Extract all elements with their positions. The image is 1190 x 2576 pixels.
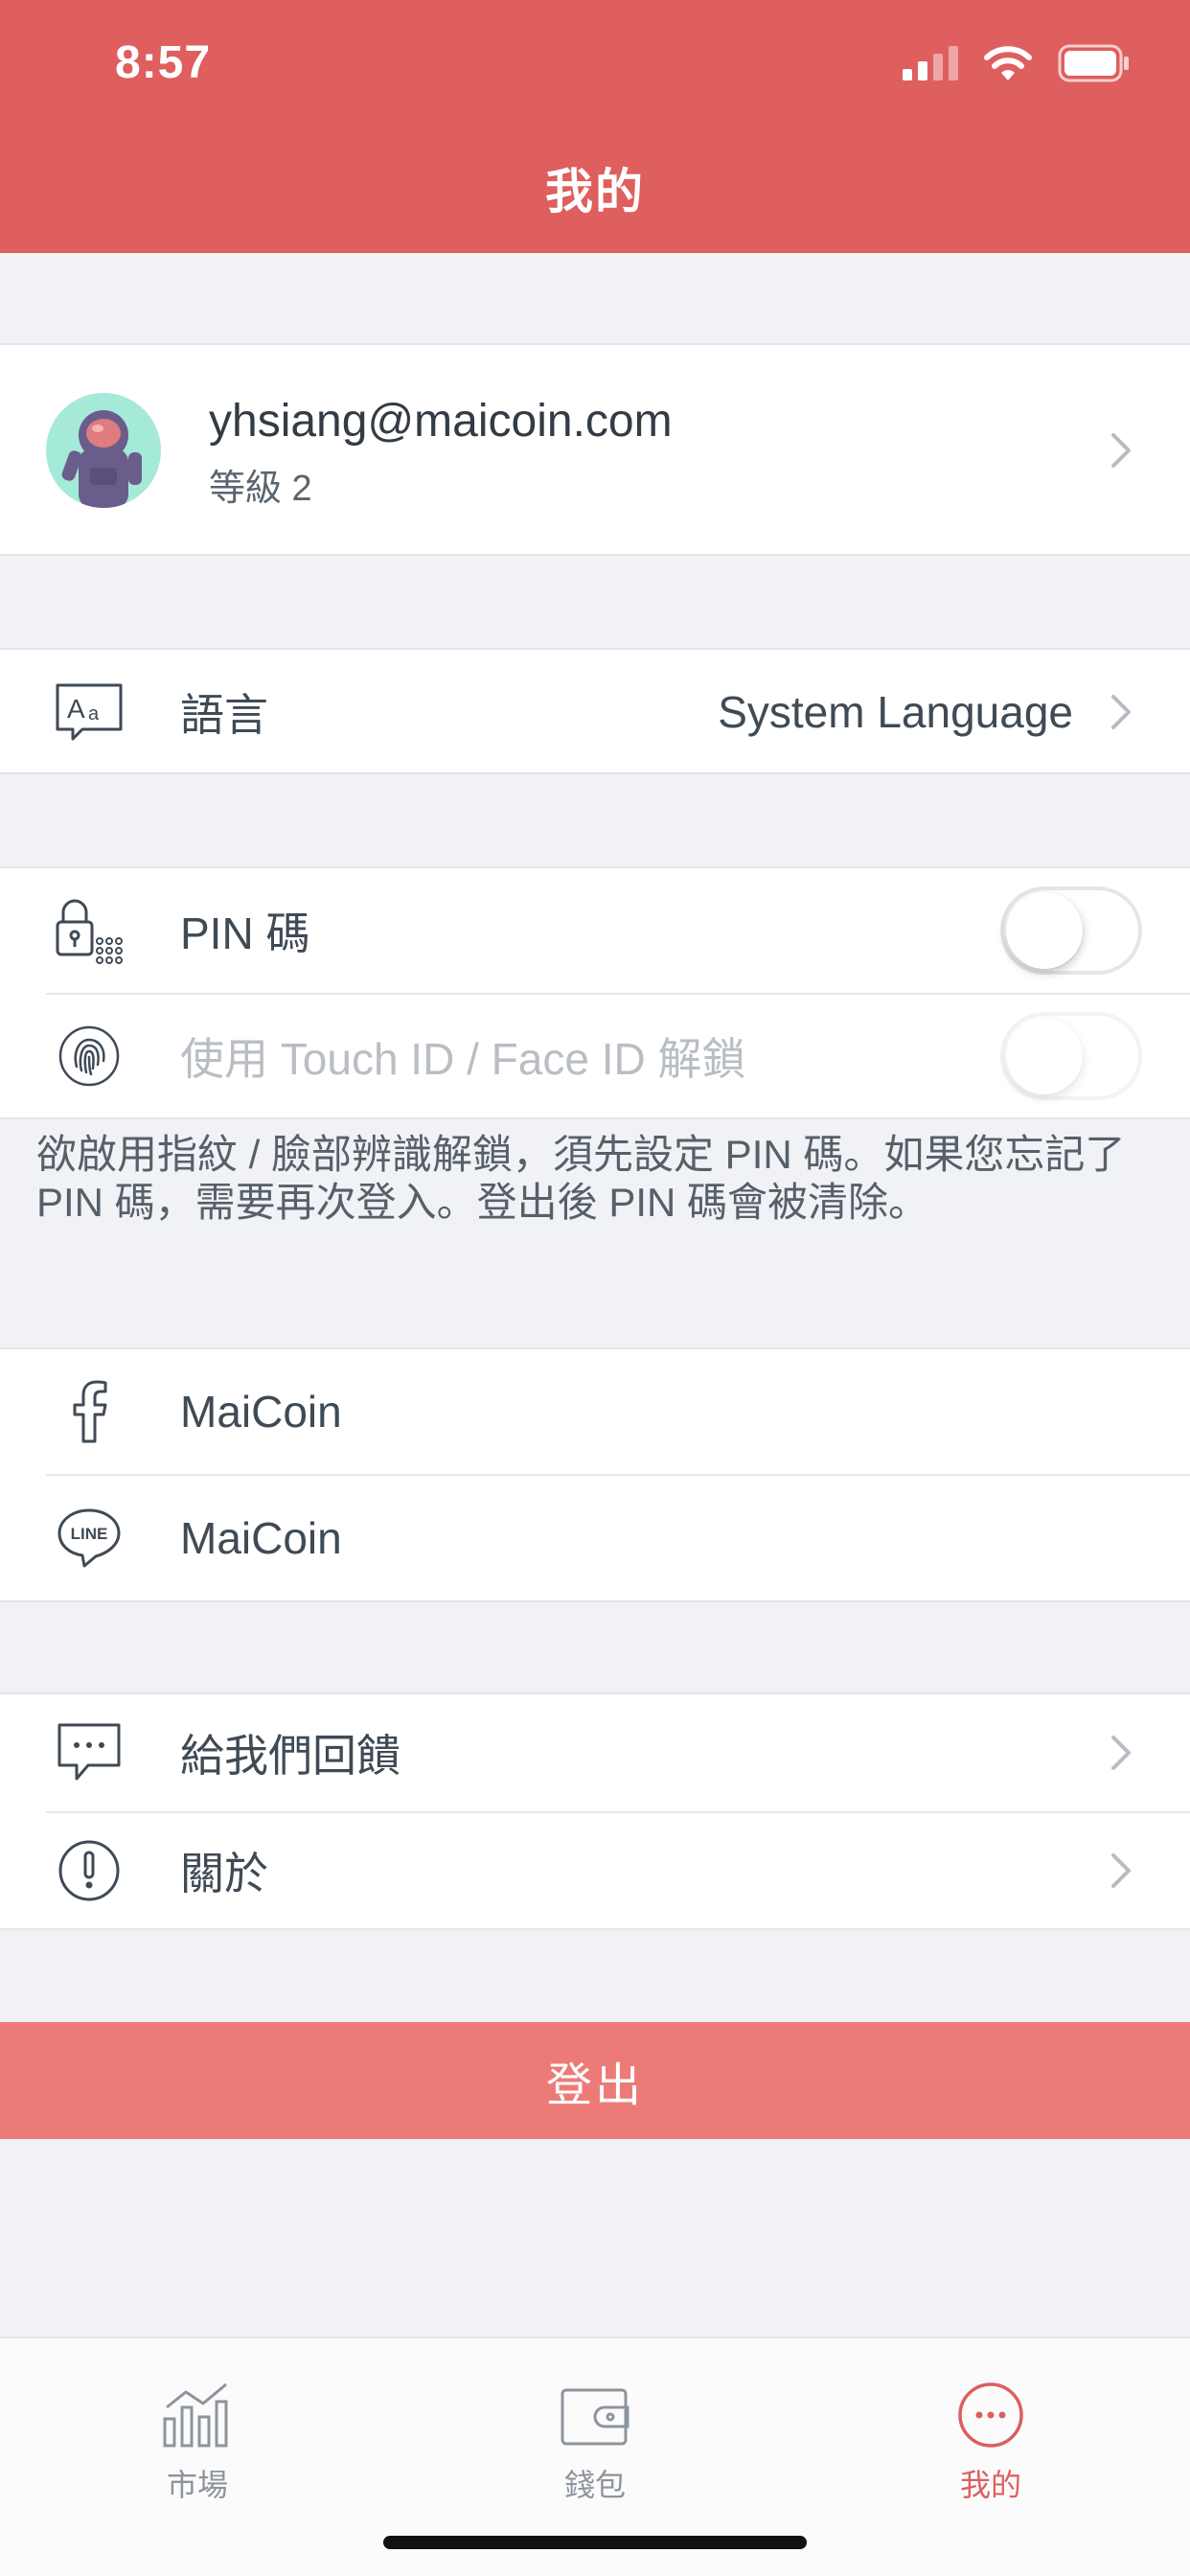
toggle-knob [1006,1018,1083,1094]
svg-text:A: A [67,694,85,724]
security-note: 欲啟用指紋 / 臉部辨識解鎖，須先設定 PIN 碼。如果您忘記了 PIN 碼，需… [36,1132,1126,1225]
tab-wallet[interactable]: 錢包 [499,2358,691,2502]
tab-mine-label: 我的 [959,2468,1021,2502]
pin-lock-icon [54,895,125,966]
profile-email: yhsiang@maicoin.com [209,396,673,447]
logout-button[interactable]: 登出 [0,2022,1190,2139]
language-row-content: A a 語言 System Language [0,650,1190,774]
profile-level: 等級 2 [209,469,312,509]
biometric-toggle[interactable] [1000,1012,1142,1100]
tab-market-label: 市場 [166,2468,228,2502]
tab-mine[interactable]: 我的 [895,2358,1087,2502]
chevron-right-icon [1111,1853,1131,1888]
biometric-row: 使用 Touch ID / Face ID 解鎖 [0,995,1190,1117]
wallet-icon [561,2388,629,2446]
toggle-knob [1006,892,1083,969]
status-icons [903,42,1131,84]
info-exclamation-icon [54,1835,125,1906]
home-indicator[interactable] [383,2536,807,2549]
line-icon: LINE [54,1503,125,1574]
about-row[interactable]: 關於 [0,1813,1190,1928]
wifi-icon [984,46,1032,80]
chart-icon [163,2382,228,2448]
profile-row[interactable] [0,345,1190,556]
language-value: System Language [718,687,1073,737]
facebook-icon [54,1376,125,1447]
feedback-row[interactable]: 給我們回饋 [0,1694,1190,1811]
feedback-label: 給我們回饋 [180,1731,400,1781]
tab-wallet-label: 錢包 [563,2468,626,2502]
page-title: 我的 [545,165,645,218]
chevron-right-icon [1111,1736,1131,1770]
fingerprint-icon [54,1021,125,1092]
avatar [46,393,161,508]
line-label: MaiCoin [180,1513,342,1563]
status-time: 8:57 [115,37,212,88]
biometric-label: 使用 Touch ID / Face ID 解鎖 [180,1034,746,1084]
divider [0,1928,1190,1930]
header-bar: 8:57 我的 [0,0,1190,253]
facebook-label: MaiCoin [180,1387,342,1437]
language-label: 語言 [180,690,268,740]
divider [0,554,1190,556]
tab-market[interactable]: 市場 [102,2358,293,2502]
divider [0,1600,1190,1602]
feedback-icon [54,1717,125,1788]
line-row[interactable]: LINE MaiCoin [0,1476,1190,1600]
cellular-signal-icon [903,46,958,80]
facebook-row[interactable]: MaiCoin [0,1349,1190,1474]
svg-text:LINE: LINE [71,1525,108,1543]
astronaut-avatar-icon [61,410,142,508]
pin-toggle[interactable] [1000,886,1142,975]
pin-row: PIN 碼 [0,868,1190,993]
divider [0,1117,1190,1119]
pin-label: PIN 碼 [180,908,310,958]
svg-text:a: a [88,703,100,724]
divider [0,343,1190,345]
chevron-right-icon [1111,433,1131,468]
about-label: 關於 [180,1849,268,1898]
more-icon [958,2382,1023,2448]
language-icon: A a [54,677,125,748]
battery-icon [1058,44,1129,82]
chevron-right-icon [1111,695,1131,729]
